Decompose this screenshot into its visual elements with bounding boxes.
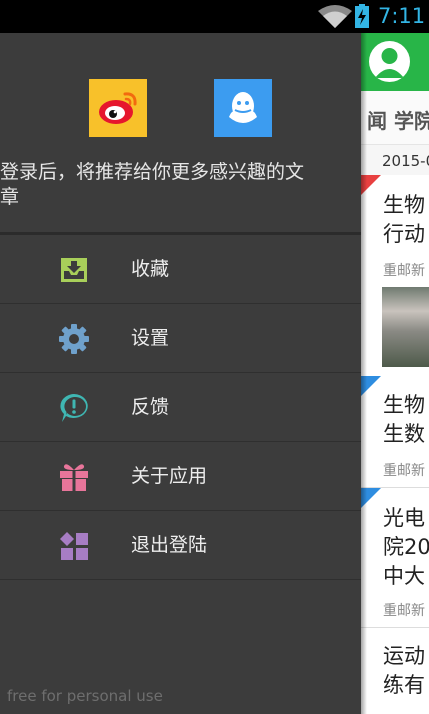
menu-item-label: 设置 bbox=[131, 327, 170, 349]
category-tabs[interactable]: 闻 学院 bbox=[361, 91, 429, 145]
weibo-login-button[interactable] bbox=[89, 79, 147, 137]
favorites-inbox-icon bbox=[61, 258, 87, 282]
logout-blocks-icon bbox=[60, 532, 88, 560]
watermark: free for personal use bbox=[7, 687, 163, 705]
feedback-bubble-icon bbox=[60, 394, 88, 422]
gift-icon bbox=[60, 464, 88, 491]
main-toolbar bbox=[361, 33, 429, 91]
menu-item-label: 关于应用 bbox=[131, 465, 208, 487]
news-thumbnail bbox=[382, 287, 429, 367]
battery-charging-icon bbox=[355, 4, 369, 28]
news-title: 生物 生数 bbox=[383, 393, 425, 446]
menu-item-label: 反馈 bbox=[131, 396, 170, 418]
wifi-icon bbox=[318, 5, 352, 28]
news-source: 重邮新 bbox=[383, 263, 425, 279]
news-card[interactable]: 生物 行动 重邮新 bbox=[361, 175, 429, 383]
news-card[interactable]: 生物 生数 重邮新 bbox=[361, 376, 429, 488]
category-tabs-label: 闻 学院 bbox=[367, 109, 429, 133]
news-date: 2015-0 bbox=[382, 152, 429, 170]
navigation-drawer: 登录后，将推荐给你更多感兴趣的文 章 收藏 设置 反馈 关于应用 退出登陆 fr… bbox=[0, 33, 361, 714]
user-avatar-icon bbox=[375, 48, 404, 78]
news-title: 运动 练有 bbox=[383, 644, 425, 697]
main-content: 闻 学院 2015-0 生物 行动 重邮新 生物 生数 重邮新 光电 院20 中… bbox=[361, 33, 429, 714]
login-hint-text: 登录后，将推荐给你更多感兴趣的文 章 bbox=[0, 161, 305, 208]
menu-item-favorites[interactable]: 收藏 bbox=[0, 235, 361, 304]
news-card[interactable]: 运动 练有 bbox=[361, 628, 429, 714]
menu-item-about[interactable]: 关于应用 bbox=[0, 442, 361, 511]
news-source: 重邮新 bbox=[383, 603, 425, 619]
news-source: 重邮新 bbox=[383, 463, 425, 479]
news-card[interactable]: 光电 院20 中大 重邮新 bbox=[361, 488, 429, 628]
qq-icon bbox=[229, 92, 257, 123]
menu-item-logout[interactable]: 退出登陆 bbox=[0, 511, 361, 580]
menu-item-label: 退出登陆 bbox=[131, 534, 208, 556]
avatar[interactable] bbox=[369, 41, 410, 82]
menu-item-feedback[interactable]: 反馈 bbox=[0, 373, 361, 442]
weibo-icon bbox=[99, 92, 137, 124]
menu-item-settings[interactable]: 设置 bbox=[0, 304, 361, 373]
status-time: 7:11 bbox=[378, 4, 426, 28]
qq-login-button[interactable] bbox=[214, 79, 272, 137]
drawer-shadow bbox=[361, 33, 367, 714]
gear-icon bbox=[59, 324, 89, 354]
news-title: 生物 行动 bbox=[383, 193, 425, 246]
news-title: 光电 院20 中大 bbox=[383, 506, 429, 588]
menu-item-label: 收藏 bbox=[131, 258, 170, 280]
status-bar: 7:11 bbox=[0, 0, 429, 33]
